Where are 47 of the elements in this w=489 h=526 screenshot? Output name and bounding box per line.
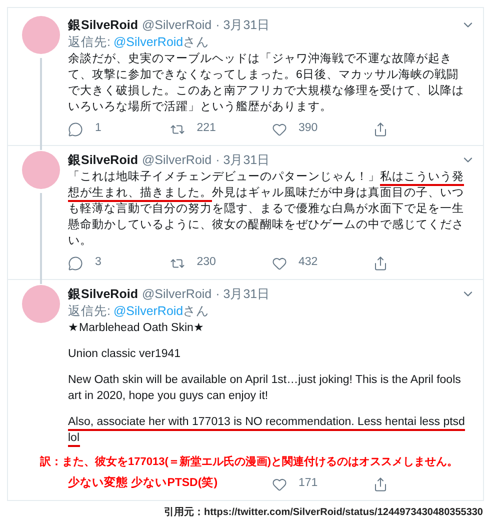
reply-to-suffix: さん [183,303,210,320]
like-button[interactable] [272,122,286,136]
reply-icon [68,256,83,270]
author-handle[interactable]: @SilverRoid [142,151,212,169]
reply-to-suffix: さん [183,34,210,51]
tweet-date[interactable]: · 3月31日 [216,285,270,303]
reply-button[interactable] [68,122,83,136]
tweet-text: 「これは地味子イメチェンデビューのパターンじゃん！」私はこういう発想が生まれ、描きました。外見はギャル風味だが中身は真面目の子、いつも軽薄な言動で自分の努力を隠す、まるで優雅な白鳥が水面下で足を一生懸命動かしているように、彼女の醍醐味をぜひゲームの中で感じてください。 [68,170,465,249]
like-count: 171 [298,476,318,492]
reply-icon [68,122,83,136]
tweet-date[interactable]: · 3月31日 [216,151,270,169]
heart-icon [272,476,286,492]
like-button[interactable] [272,256,286,270]
author-name[interactable]: 銀SilveRoid [68,16,138,34]
share-icon [373,256,388,270]
like-count: 390 [298,121,318,136]
reply-count: 3 [95,255,102,270]
tweet-date[interactable]: · 3月31日 [216,16,270,34]
like-button[interactable] [272,476,286,492]
reply-to-label: 返信先: [68,303,110,320]
reply-to-link[interactable]: @SilverRoid [113,34,184,51]
author-name[interactable]: 銀SilveRoid [68,151,138,169]
author-handle[interactable]: @SilverRoid [142,285,212,303]
like-count: 432 [298,255,318,270]
share-button[interactable] [373,256,388,270]
tweet-text: New Oath skin will be available on April 1st…just joking! This is the April fools art in 2020, hope you guys can enjoy it! [68,373,462,404]
reply-to-label: 返信先: [68,34,110,51]
retweet-count: 221 [196,121,216,136]
share-button[interactable] [373,476,388,492]
tweet-text: Also, associate her with 177013 is NO recommendation. Less hentai less ptsd lol [68,414,469,446]
heart-icon [272,256,286,270]
source-citation: 引用元：https://twitter.com/SilverRoid/status/1244973430480355330 [164,506,483,520]
share-button[interactable] [373,122,388,136]
translation-note: 訳：また、彼女を177013(＝新堂エル氏の漫画)と関連付けるのはオススメしません。 [40,454,460,470]
reply-button[interactable] [68,256,83,270]
reply-to-link[interactable]: @SilverRoid [113,303,184,320]
translation-note: 少ない変態 少ないPTSD(笑) [68,475,219,492]
author-handle[interactable]: @SilverRoid [142,16,212,34]
reply-count: 1 [95,121,102,136]
share-icon [373,476,388,492]
tweet-text: ★Marblehead Oath Skin★ [68,321,206,336]
heart-icon [272,122,286,136]
share-icon [373,122,388,136]
tweet-text: 余談だが、史実のマーブルヘッドは「ジャワ沖海戦で不運な故障が起きて、攻撃に参加できなくなってしまった。6日後、マカッサル海峡の戦闘で大きく破損した。このあと南アフリカで大規模な修理を受けて、以降はいろいろな場所で活躍」という艦歴があります。 [68,51,465,115]
retweet-count: 230 [196,255,216,270]
tweet-text: Union classic ver1941 [68,347,182,362]
author-name[interactable]: 銀SilveRoid [68,285,138,303]
